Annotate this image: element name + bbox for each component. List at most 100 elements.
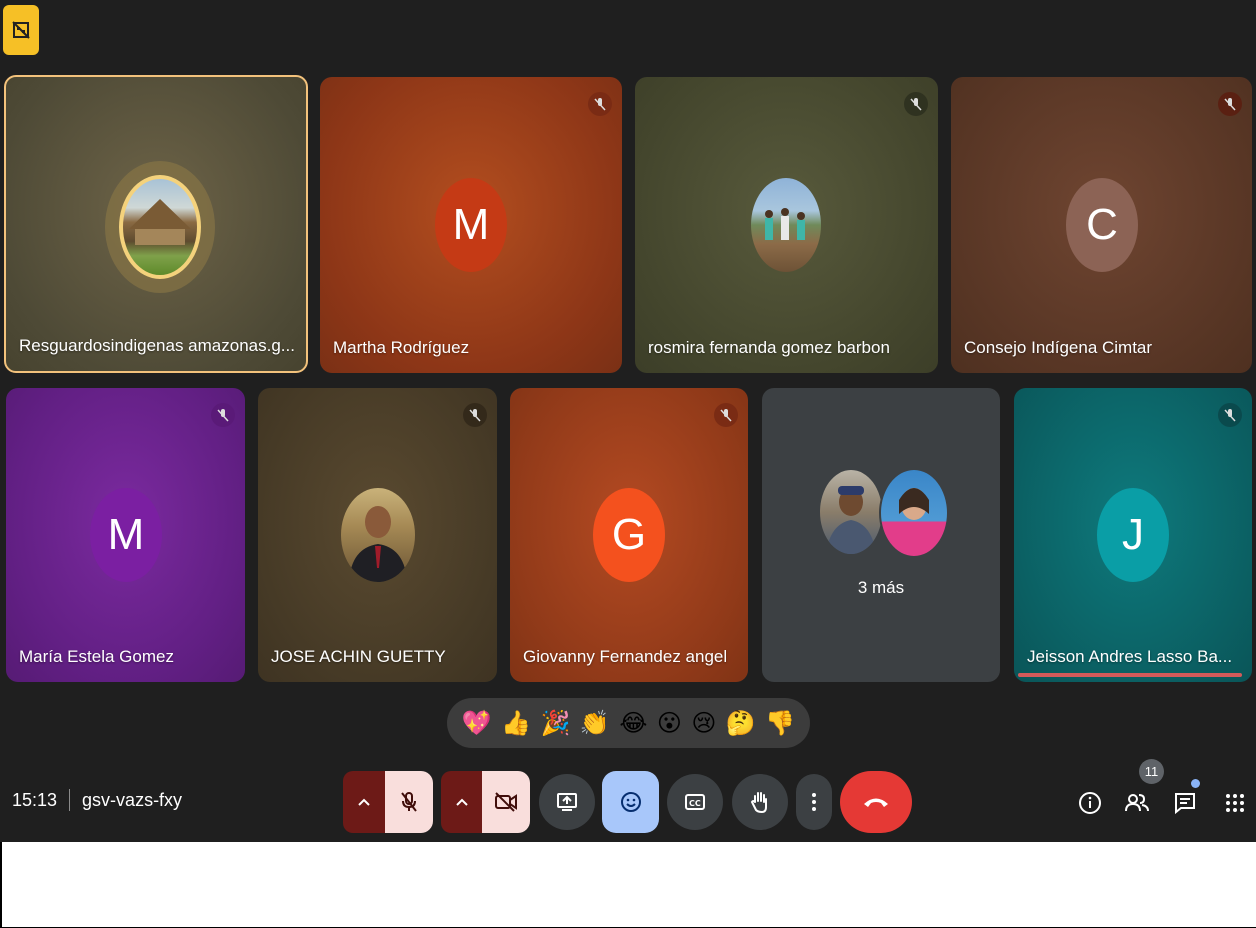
activities-button[interactable] xyxy=(1220,788,1250,818)
no-recording-badge[interactable] xyxy=(3,5,39,55)
meeting-code: gsv-vazs-fxy xyxy=(82,789,183,810)
mic-off-indicator xyxy=(211,403,235,427)
present-button-bg xyxy=(539,774,595,830)
chevron-up-icon xyxy=(455,798,468,806)
participant-tile[interactable]: rosmira fernanda gomez barbon xyxy=(635,77,938,373)
reaction-thinking[interactable]: 🤔 xyxy=(726,711,756,735)
group-photo xyxy=(765,208,805,240)
meeting-info-button[interactable] xyxy=(1075,788,1105,818)
reaction-thumbs-down[interactable]: 👎 xyxy=(765,711,795,735)
mic-off-icon xyxy=(594,98,606,111)
blank-area xyxy=(0,842,1256,928)
meet-window: Resguardosindigenas amazonas.g... M Mart… xyxy=(0,0,1256,842)
participant-name: Giovanny Fernandez angel xyxy=(523,647,728,666)
portrait-photo xyxy=(899,488,929,520)
emoji-button[interactable] xyxy=(602,771,659,833)
mic-control xyxy=(343,771,433,833)
avatar: M xyxy=(435,178,507,272)
apps-icon xyxy=(1226,794,1244,812)
present-icon xyxy=(557,793,577,811)
reaction-sad[interactable]: 😢 xyxy=(691,711,716,735)
participant-name: Resguardosindigenas amazonas.g... xyxy=(19,336,295,355)
avatar: C xyxy=(1066,178,1138,272)
emoji-icon xyxy=(620,792,641,812)
avatar xyxy=(751,178,821,272)
participant-tile[interactable]: M María Estela Gomez xyxy=(6,388,245,682)
mic-off-icon xyxy=(217,409,229,422)
chat-button[interactable] xyxy=(1170,788,1200,818)
camera-control xyxy=(441,771,530,833)
avatar: J xyxy=(1097,488,1169,582)
captions-button-bg: CC xyxy=(667,774,723,830)
raise-hand-button[interactable] xyxy=(732,771,788,833)
participant-tile[interactable]: M Martha Rodríguez xyxy=(320,77,622,373)
current-time: 15:13 xyxy=(12,789,58,810)
divider xyxy=(69,789,71,811)
reaction-surprised[interactable]: 😮 xyxy=(657,711,682,735)
raise-hand-button-bg xyxy=(732,774,788,830)
reactions-bar: 💖 👍 🎉 👏 😂 😮 😢 🤔 👎 xyxy=(447,698,810,748)
leave-call-button[interactable] xyxy=(840,771,912,833)
participant-name: Jeisson Andres Lasso Ba... xyxy=(1027,647,1233,666)
reaction-party[interactable]: 🎉 xyxy=(541,711,571,735)
mic-options-button[interactable] xyxy=(343,771,385,833)
participant-name: María Estela Gomez xyxy=(19,647,174,666)
people-icon xyxy=(1125,794,1149,812)
mic-off-icon xyxy=(401,792,417,812)
participant-name: Consejo Indígena Cimtar xyxy=(964,338,1153,357)
raise-hand-icon xyxy=(750,792,767,814)
mic-off-icon xyxy=(1224,98,1236,111)
info-icon xyxy=(1079,792,1101,814)
participant-tile[interactable]: JOSE ACHIN GUETTY xyxy=(258,388,497,682)
people-button[interactable] xyxy=(1122,788,1152,818)
avatar xyxy=(820,470,882,554)
more-options-button[interactable] xyxy=(796,771,832,833)
participant-tile[interactable]: J Jeisson Andres Lasso Ba... xyxy=(1014,388,1252,682)
mic-off-indicator xyxy=(904,92,928,116)
camera-toggle-button[interactable] xyxy=(482,771,530,833)
participant-name: JOSE ACHIN GUETTY xyxy=(271,647,446,666)
participant-tile[interactable]: C Consejo Indígena Cimtar xyxy=(951,77,1252,373)
leave-call-button-bg xyxy=(840,771,912,833)
mic-off-icon xyxy=(469,409,481,422)
people-count: 11 xyxy=(1144,764,1159,779)
mic-off-indicator xyxy=(588,92,612,116)
avatar xyxy=(341,488,415,582)
reaction-heart[interactable]: 💖 xyxy=(462,711,492,735)
avatar: G xyxy=(593,488,665,582)
mic-off-icon xyxy=(720,409,732,422)
camera-options-button[interactable] xyxy=(441,771,482,833)
chevron-up-icon xyxy=(358,798,370,806)
reaction-thumbs-up[interactable]: 👍 xyxy=(501,711,531,735)
avatar xyxy=(879,468,949,558)
more-icon xyxy=(812,793,816,811)
participant-name: rosmira fernanda gomez barbon xyxy=(648,338,890,357)
avatar xyxy=(119,175,201,279)
more-options-button-bg xyxy=(796,774,832,830)
participant-name: Martha Rodríguez xyxy=(333,338,470,357)
captions-button[interactable]: CC xyxy=(667,771,723,833)
chat-notification-dot xyxy=(1191,779,1200,788)
mic-off-indicator xyxy=(1218,92,1242,116)
captions-icon: CC xyxy=(685,794,705,810)
mic-off-icon xyxy=(1224,409,1236,422)
svg-text:CC: CC xyxy=(689,799,701,808)
self-view-underline xyxy=(1018,673,1242,677)
participant-tile[interactable]: Resguardosindigenas amazonas.g... xyxy=(4,75,308,373)
mic-toggle-button[interactable] xyxy=(385,771,433,833)
mic-off-indicator xyxy=(463,403,487,427)
reaction-laugh[interactable]: 😂 xyxy=(619,711,647,735)
portrait-photo xyxy=(349,506,407,582)
more-participants-label: 3 más xyxy=(857,578,905,597)
mic-off-icon xyxy=(910,98,922,111)
camera-off-icon xyxy=(495,792,517,812)
more-participants-tile[interactable]: 3 más xyxy=(762,388,1000,682)
participant-tile[interactable]: G Giovanny Fernandez angel xyxy=(510,388,748,682)
emoji-button-bg xyxy=(602,771,659,833)
people-count-badge: 11 xyxy=(1139,759,1164,784)
mic-off-indicator xyxy=(714,403,738,427)
present-button[interactable] xyxy=(539,771,595,833)
no-recording-icon xyxy=(12,21,30,39)
chat-icon xyxy=(1175,793,1195,815)
reaction-clap[interactable]: 👏 xyxy=(580,711,610,735)
